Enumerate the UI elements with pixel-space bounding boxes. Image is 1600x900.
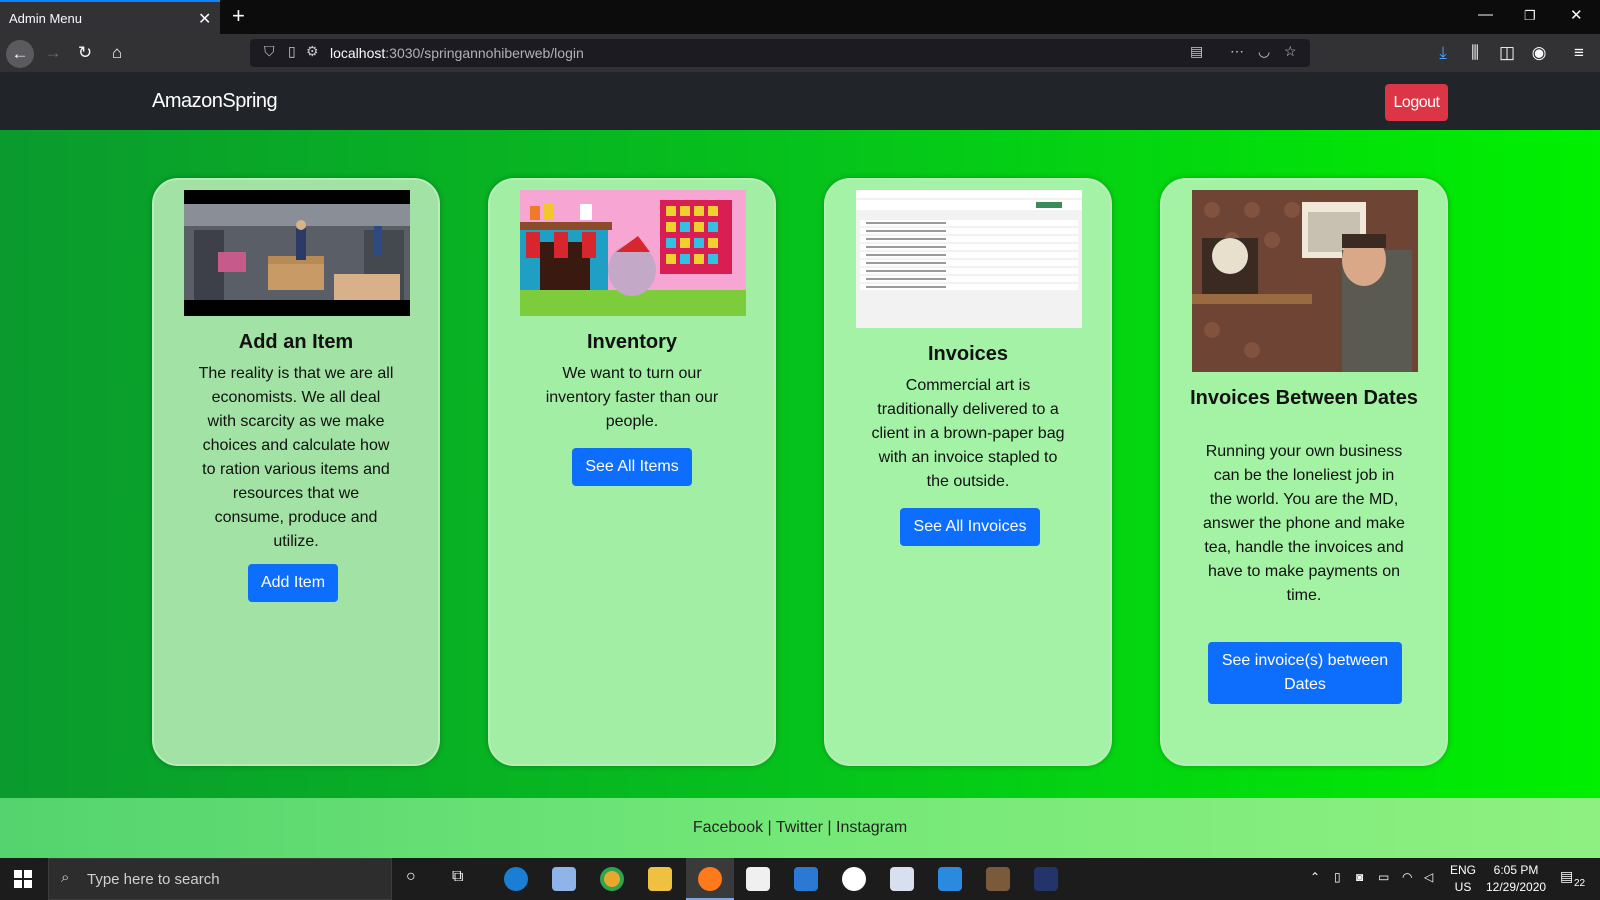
reader-view-icon[interactable]: ▤ [1190,43,1203,60]
library-icon[interactable]: ⫼ [1464,42,1486,64]
card-text: Commercial art is traditionally delivere… [871,377,1065,490]
url-text[interactable]: localhost:3030/springannohiberweb/login [330,45,584,61]
phone-call-image [1192,190,1418,372]
search-icon: ⌕ [61,869,70,886]
card-title: Inventory [586,331,678,353]
shield-icon[interactable]: ⛉ [264,43,275,60]
notification-count: 22 [1574,878,1586,889]
footer-separator: | [822,819,837,836]
taskbar-search-input[interactable]: ⌕ Type here to search [48,858,392,900]
site-navbar: AmazonSpring Logout [0,72,1600,130]
card-text: The reality is that we are all economist… [198,365,394,550]
browser-tab-bar: Admin Menu ✕ + — ❐ ✕ [0,0,1600,34]
card-title: Invoices Between Dates [1190,387,1418,409]
see-all-invoices-button[interactable]: See All Invoices [900,508,1040,546]
wifi-icon[interactable]: ◠ [1402,870,1412,884]
notification-icon[interactable]: ▤ [1560,868,1573,885]
mail-icon[interactable] [794,867,818,891]
edge-icon[interactable] [504,867,528,891]
card-text: Running your own business can be the lon… [1203,443,1405,604]
device-icon[interactable]: ▯ [1334,870,1341,884]
restore-icon[interactable]: ❐ [1524,8,1536,24]
menu-icon[interactable]: ≡ [1568,42,1590,64]
card-add-item: Add an Item The reality is that we are a… [152,178,440,766]
main-content: Add an Item The reality is that we are a… [0,130,1600,798]
holiday-image [520,190,746,316]
clock-time: 6:05 PM [1493,863,1539,877]
window-close-icon[interactable]: ✕ [1570,6,1583,24]
new-tab-icon[interactable]: + [232,3,245,29]
invoice-list-screenshot [856,190,1082,328]
input-language[interactable]: ENG US [1450,862,1476,896]
see-all-items-button[interactable]: See All Items [572,448,692,486]
browser-toolbar: ← → ↻ ⌂ ⛉ ▯ ⚙ localhost:3030/springannoh… [0,34,1600,72]
sidebar-icon[interactable]: ◫ [1496,42,1518,64]
clock-date: 12/29/2020 [1486,880,1547,894]
app-document-icon[interactable] [890,867,914,891]
slack-icon[interactable] [842,867,866,891]
forward-icon[interactable]: → [42,42,64,64]
back-icon[interactable]: ← [6,40,34,68]
cortana-icon[interactable]: ○ [406,868,416,886]
chrome-icon[interactable] [600,867,624,891]
footer-separator: | [763,819,776,836]
site-footer: Facebook | Twitter | Instagram [0,798,1600,858]
pocket-icon[interactable]: ◡ [1258,43,1270,60]
card-invoices-between-dates: Invoices Between Dates Running your own … [1160,178,1448,766]
file-explorer-icon[interactable] [648,867,672,891]
tab-title: Admin Menu [9,11,82,26]
card-title: Invoices [927,343,1009,365]
task-view-icon[interactable]: ⧉ [452,868,463,886]
url-bar[interactable]: ⛉ ▯ ⚙ localhost:3030/springannohiberweb/… [250,39,1310,67]
account-icon[interactable]: ◉ [1528,42,1550,64]
facebook-link[interactable]: Facebook [693,819,763,836]
see-invoices-between-dates-button[interactable]: See invoice(s) between Dates [1208,642,1402,704]
brand-link[interactable]: AmazonSpring [152,90,278,113]
downloads-icon[interactable]: ⤓ [1432,42,1454,64]
windows-start-icon[interactable] [14,870,32,888]
warehouse-image [184,190,410,316]
twitter-link[interactable]: Twitter [776,819,823,836]
card-invoices: Invoices Commercial art is traditionally… [824,178,1112,766]
add-item-button[interactable]: Add Item [248,564,338,602]
show-hidden-icons-icon[interactable]: ⌃ [1310,870,1320,884]
terminal-icon[interactable] [1034,867,1058,891]
permissions-icon[interactable]: ⚙ [306,43,319,60]
battery-icon[interactable]: ▭ [1378,870,1389,884]
card-title: Add an Item [238,331,354,353]
home-icon[interactable]: ⌂ [106,42,128,64]
bookmark-star-icon[interactable]: ☆ [1284,43,1297,60]
store-icon[interactable] [746,867,770,891]
more-actions-icon[interactable]: ⋯ [1230,43,1244,60]
card-inventory: Inventory We want to turn our inventory … [488,178,776,766]
page-info-icon[interactable]: ▯ [288,43,296,60]
browser-tab[interactable]: Admin Menu ✕ [0,0,220,34]
app-cube-icon[interactable] [552,867,576,891]
search-placeholder: Type here to search [87,871,220,888]
card-text: We want to turn our inventory faster tha… [545,365,719,430]
reload-icon[interactable]: ↻ [74,42,96,64]
logout-button[interactable]: Logout [1385,84,1448,121]
taskbar-clock[interactable]: 6:05 PM 12/29/2020 [1486,862,1546,896]
minimize-icon[interactable]: — [1478,6,1493,23]
vscode-icon[interactable] [938,867,962,891]
close-tab-icon[interactable]: ✕ [198,9,211,29]
firefox-icon[interactable] [698,867,722,891]
instagram-link[interactable]: Instagram [836,819,907,836]
volume-icon[interactable]: ◁ [1424,870,1433,884]
meet-now-icon[interactable]: ◙ [1356,870,1363,884]
windows-taskbar: ⌕ Type here to search ○ ⧉ ⌃ ▯ ◙ ▭ ◠ ◁ EN… [0,858,1600,900]
game-app-icon[interactable] [986,867,1010,891]
